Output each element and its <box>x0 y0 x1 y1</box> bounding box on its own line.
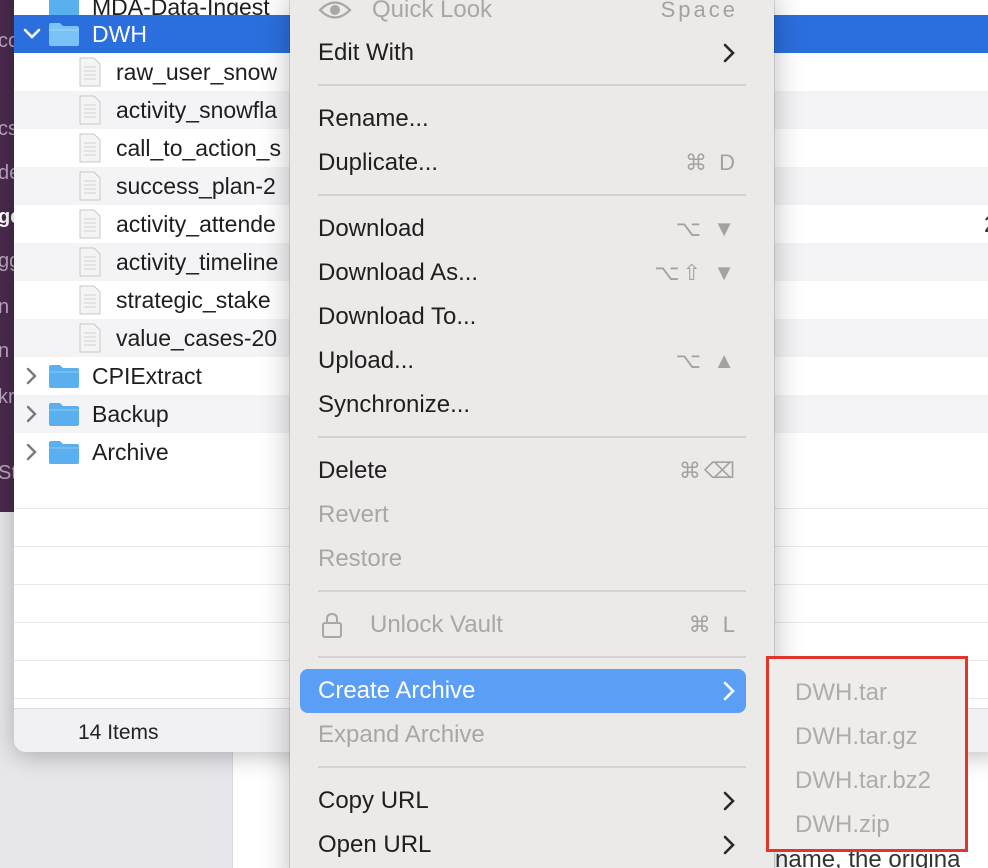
chevron-right-icon <box>723 791 735 811</box>
folder-name: DWH <box>92 20 147 47</box>
menu-item-upload[interactable]: Upload... ⌥ ▲ <box>300 339 746 383</box>
menu-item-download-to[interactable]: Download To... <box>300 295 746 339</box>
eye-icon <box>318 1 352 19</box>
side-strip-text: kr <box>0 386 15 408</box>
submenu-item-tar-bz2[interactable]: DWH.tar.bz2 <box>795 767 931 795</box>
chevron-right-icon <box>723 43 735 63</box>
chevron-right-icon[interactable] <box>22 366 42 386</box>
folder-name: Archive <box>92 438 169 465</box>
document-icon <box>79 95 101 125</box>
chevron-right-icon <box>723 835 735 855</box>
folder-icon <box>49 365 79 388</box>
menu-separator <box>318 84 746 86</box>
lock-icon <box>322 612 342 638</box>
menu-separator <box>318 436 746 438</box>
chevron-right-icon <box>723 681 735 701</box>
file-size-value: 2 <box>984 211 988 238</box>
item-count: 14 Items <box>78 721 159 744</box>
file-name: strategic_stake <box>116 286 271 313</box>
document-icon <box>79 323 101 353</box>
menu-item-synchronize[interactable]: Synchronize... <box>300 383 746 427</box>
document-icon <box>79 57 101 87</box>
menu-separator <box>318 766 746 768</box>
folder-icon <box>49 23 79 46</box>
shortcut-label: ⌘ D <box>685 150 738 175</box>
file-name: value_cases-20 <box>116 324 278 351</box>
menu-separator <box>318 194 746 196</box>
submenu-item-zip[interactable]: DWH.zip <box>795 811 890 839</box>
submenu-item-tar-gz[interactable]: DWH.tar.gz <box>795 723 918 751</box>
menu-item-delete[interactable]: Delete ⌘⌫ <box>300 449 746 493</box>
chevron-down-icon[interactable] <box>22 24 42 44</box>
archive-submenu: DWH.tar DWH.tar.gz DWH.tar.bz2 DWH.zip <box>766 656 968 852</box>
document-icon <box>79 133 101 163</box>
context-menu: Quick Look Space Edit With Rename... Dup… <box>290 0 774 868</box>
folder-icon <box>49 441 79 464</box>
folder-name: CPIExtract <box>92 362 202 389</box>
document-icon <box>79 171 101 201</box>
submenu-item-tar[interactable]: DWH.tar <box>795 679 887 707</box>
menu-item-unlock-vault[interactable]: Unlock Vault ⌘ L <box>300 603 746 647</box>
file-name: success_plan-2 <box>116 172 276 199</box>
file-name: activity_attende <box>116 210 276 237</box>
folder-icon <box>49 403 79 426</box>
document-icon <box>79 209 101 239</box>
shortcut-label: ⌥ ▼ <box>675 216 738 241</box>
document-icon <box>79 285 101 315</box>
menu-item-open-url[interactable]: Open URL <box>300 823 746 867</box>
menu-item-copy-url[interactable]: Copy URL <box>300 779 746 823</box>
shortcut-label: Space <box>660 0 738 22</box>
menu-item-duplicate[interactable]: Duplicate... ⌘ D <box>300 141 746 185</box>
side-strip-text: n <box>0 340 10 362</box>
chevron-right-icon[interactable] <box>22 442 42 462</box>
menu-item-rename[interactable]: Rename... <box>300 97 746 141</box>
menu-item-expand-archive[interactable]: Expand Archive <box>300 713 746 757</box>
shortcut-label: ⌘⌫ <box>678 458 738 483</box>
menu-item-download-as[interactable]: Download As... ⌥⇧ ▼ <box>300 251 746 295</box>
menu-item-edit-with[interactable]: Edit With <box>300 31 746 75</box>
menu-item-revert[interactable]: Revert <box>300 493 746 537</box>
folder-name: Backup <box>92 400 169 427</box>
menu-separator <box>318 656 746 658</box>
file-name: call_to_action_s <box>116 134 281 161</box>
file-name: activity_snowfla <box>116 96 278 123</box>
shortcut-label: ⌥ ▲ <box>675 348 738 373</box>
document-icon <box>79 247 101 277</box>
menu-item-quick-look[interactable]: Quick Look Space <box>300 0 746 32</box>
menu-item-restore[interactable]: Restore <box>300 537 746 581</box>
shortcut-label: ⌘ L <box>688 612 738 637</box>
file-name: activity_timeline <box>116 248 279 275</box>
menu-item-download[interactable]: Download ⌥ ▼ <box>300 207 746 251</box>
menu-item-create-archive[interactable]: Create Archive <box>300 669 746 713</box>
shortcut-label: ⌥⇧ ▼ <box>654 260 738 285</box>
menu-separator <box>318 590 746 592</box>
side-strip-text: n <box>0 296 10 318</box>
file-name: raw_user_snow <box>116 58 278 85</box>
chevron-right-icon[interactable] <box>22 404 42 424</box>
